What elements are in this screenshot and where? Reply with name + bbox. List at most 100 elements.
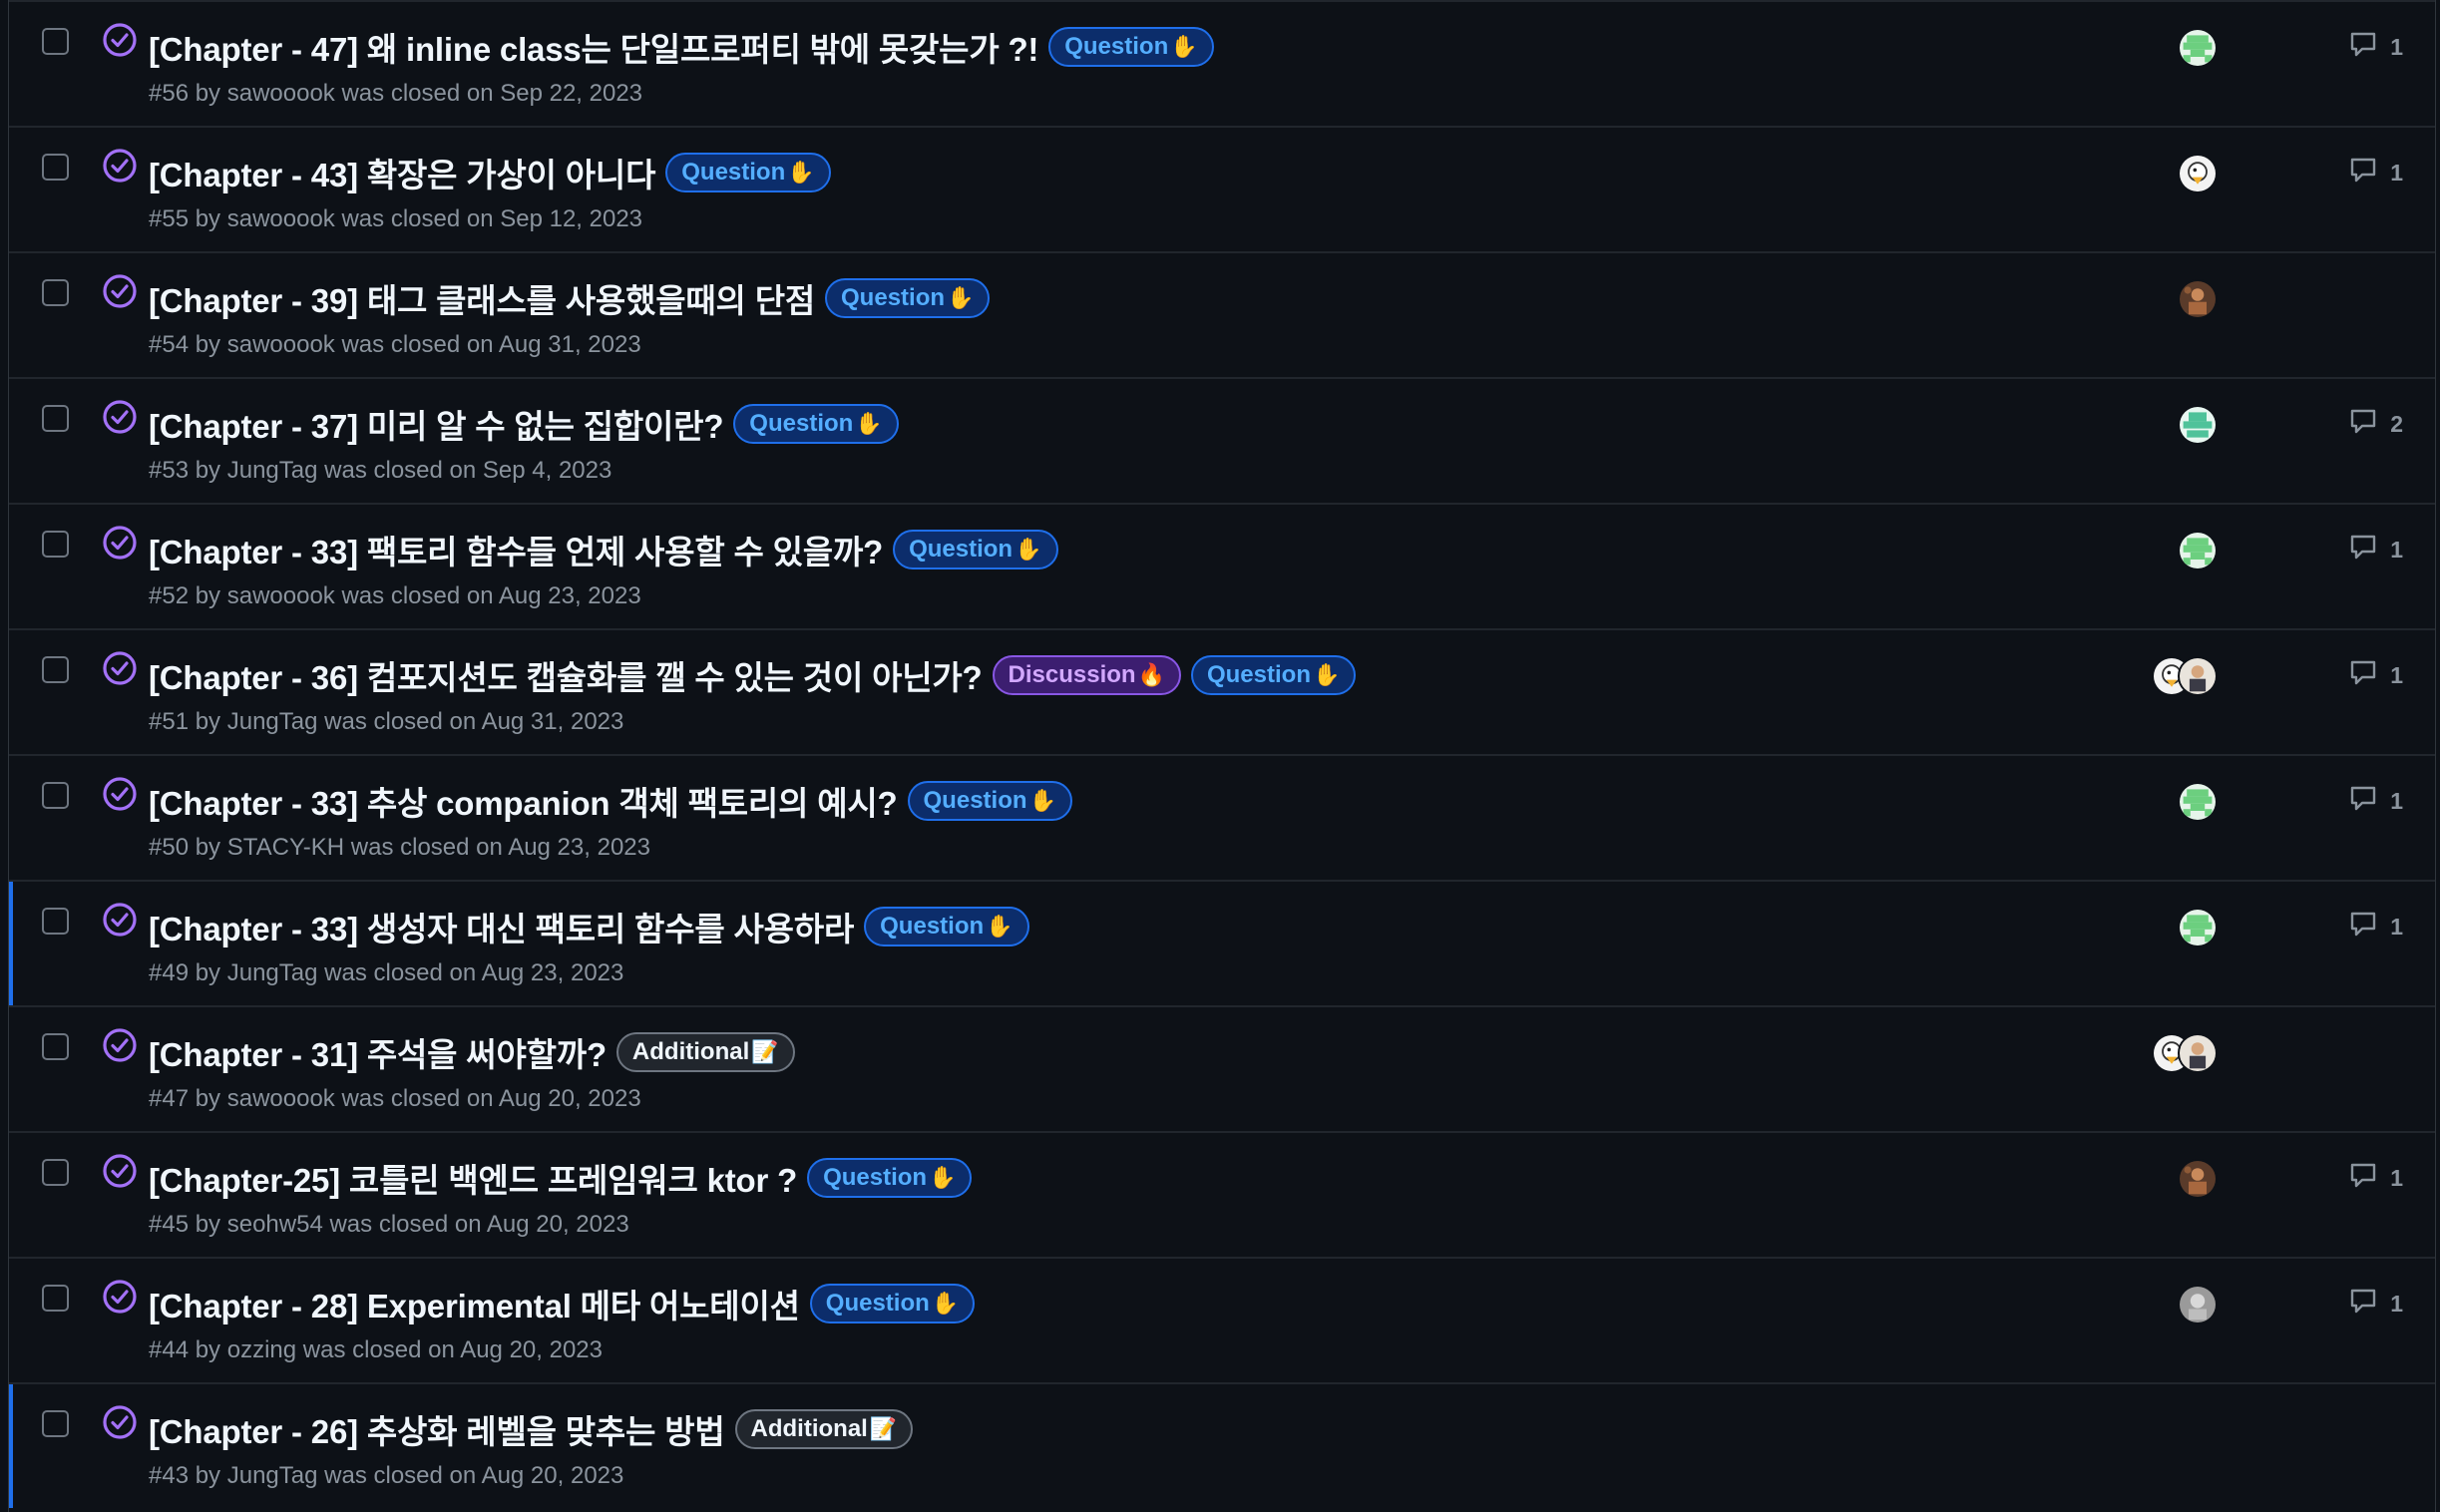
issue-row[interactable]: [Chapter - 33] 생성자 대신 팩토리 함수를 사용하라 Questi… [9,880,2435,1005]
issue-meta: #45 by seohw54 was closed on Aug 20, 202… [149,1211,629,1238]
issue-title-link[interactable]: [Chapter - 28] Experimental 메타 어노테이션 [149,1280,800,1327]
issue-title-link[interactable]: [Chapter - 31] 주석을 써야할까? [149,1028,607,1076]
label-question[interactable]: Question ✋ [907,781,1072,821]
issue-row[interactable]: [Chapter - 31] 주석을 써야할까? Additional 📝 #47 b… [9,1005,2435,1131]
issue-meta: #43 by JungTag was closed on Aug 20, 202… [149,1462,624,1489]
select-checkbox[interactable] [42,531,69,558]
select-checkbox[interactable] [42,1159,69,1186]
issue-row[interactable]: [Chapter - 33] 팩토리 함수들 언제 사용할 수 있을까? Ques… [9,503,2435,628]
assignee-avatars[interactable] [2178,908,2218,947]
comments-link[interactable]: 1 [2348,533,2403,567]
issue-title-link[interactable]: [Chapter-25] 코틀린 백엔드 프레임워크 ktor ? [149,1154,797,1202]
comments-link[interactable]: 1 [2348,784,2403,818]
select-checkbox[interactable] [42,1410,69,1437]
comment-icon [2348,783,2390,819]
label-emoji: ✋ [931,1291,960,1316]
closed-issue-icon [100,146,140,186]
issue-title-link[interactable]: [Chapter - 33] 생성자 대신 팩토리 함수를 사용하라 [149,903,854,950]
label-question[interactable]: Question ✋ [1190,655,1357,695]
assignee-avatars[interactable] [2178,1159,2218,1199]
comments-link[interactable]: 1 [2348,156,2403,189]
issue-title-line: [Chapter - 28] Experimental 메타 어노테이션 Ques… [149,1279,976,1328]
assignee-avatars[interactable] [2178,405,2218,445]
label-question[interactable]: Question ✋ [733,404,899,444]
select-checkbox[interactable] [42,154,69,181]
comments-link[interactable]: 1 [2348,910,2403,944]
assignee-avatars[interactable] [2178,782,2218,822]
label-question[interactable]: Question ✋ [1048,27,1214,67]
avatar[interactable] [2178,656,2218,696]
issue-title-link[interactable]: [Chapter - 47] 왜 inline class는 단일프로퍼티 밖에… [149,23,1038,71]
select-checkbox[interactable] [42,28,69,55]
comments-link[interactable]: 2 [2348,407,2403,441]
comments-link[interactable]: 1 [2348,1161,2403,1195]
select-checkbox[interactable] [42,782,69,809]
select-checkbox[interactable] [42,1285,69,1312]
closed-issue-icon [100,397,140,437]
avatar[interactable] [2178,154,2218,193]
issue-title-link[interactable]: [Chapter - 43] 확장은 가상이 아니다 [149,149,655,196]
issue-meta: #55 by sawooook was closed on Sep 12, 20… [149,205,643,232]
avatar[interactable] [2178,531,2218,570]
issue-title-link[interactable]: [Chapter - 36] 컴포지션도 캡슐화를 깰 수 있는 것이 아닌가? [149,651,983,699]
select-checkbox[interactable] [42,405,69,432]
avatar[interactable] [2178,908,2218,947]
assignee-avatars[interactable] [2152,656,2218,696]
issue-title-link[interactable]: [Chapter - 37] 미리 알 수 없는 집합이란? [149,400,723,448]
avatar[interactable] [2178,28,2218,68]
label-text: Question [880,913,985,940]
issue-row[interactable]: [Chapter - 39] 태그 클래스를 사용했을때의 단점 Question… [9,251,2435,377]
issue-title-line: [Chapter - 36] 컴포지션도 캡슐화를 깰 수 있는 것이 아닌가?… [149,650,1357,700]
assignee-avatars[interactable] [2178,531,2218,570]
issue-title-link[interactable]: [Chapter - 33] 추상 companion 객체 팩토리의 예시? [149,777,898,825]
closed-issue-icon [100,523,140,563]
avatar[interactable] [2178,279,2218,319]
assignee-avatars[interactable] [2178,154,2218,193]
assignee-avatars[interactable] [2178,279,2218,319]
issue-title-link[interactable]: [Chapter - 33] 팩토리 함수들 언제 사용할 수 있을까? [149,526,883,573]
issue-title-link[interactable]: [Chapter - 39] 태그 클래스를 사용했을때의 단점 [149,274,815,322]
avatar[interactable] [2178,1033,2218,1073]
issue-row[interactable]: [Chapter - 37] 미리 알 수 없는 집합이란? Question ✋ #… [9,377,2435,503]
comments-link[interactable]: 1 [2348,1287,2403,1321]
comment-icon [2348,532,2390,567]
closed-issue-icon [100,1402,140,1442]
label-additional[interactable]: Additional 📝 [734,1409,914,1449]
issue-row[interactable]: [Chapter - 33] 추상 companion 객체 팩토리의 예시? Q… [9,754,2435,880]
issue-title-link[interactable]: [Chapter - 26] 추상화 레벨을 맞추는 방법 [149,1405,725,1453]
label-question[interactable]: Question ✋ [665,153,831,192]
label-question[interactable]: Question ✋ [825,278,991,318]
avatar[interactable] [2178,405,2218,445]
issue-title-line: [Chapter-25] 코틀린 백엔드 프레임워크 ktor ? Questio… [149,1153,973,1203]
label-emoji: ✋ [1015,537,1042,562]
issue-row[interactable]: [Chapter - 43] 확장은 가상이 아니다 Question ✋ #55 b… [9,126,2435,251]
issue-row[interactable]: [Chapter-25] 코틀린 백엔드 프레임워크 ktor ? Questio… [9,1131,2435,1257]
label-question[interactable]: Question ✋ [807,1158,973,1198]
label-question[interactable]: Question ✋ [893,530,1058,569]
avatar[interactable] [2178,1159,2218,1199]
assignee-avatars[interactable] [2152,1033,2218,1073]
label-emoji: 🔥 [1137,662,1165,687]
assignee-avatars[interactable] [2178,1285,2218,1324]
comments-link[interactable]: 1 [2348,658,2403,692]
issue-title-line: [Chapter - 43] 확장은 가상이 아니다 Question ✋ [149,148,831,197]
label-question[interactable]: Question ✋ [864,907,1029,946]
comments-link[interactable]: 1 [2348,30,2403,64]
label-additional[interactable]: Additional 📝 [615,1032,795,1072]
label-question[interactable]: Question ✋ [809,1284,976,1323]
issue-title-line: [Chapter - 33] 팩토리 함수들 언제 사용할 수 있을까? Ques… [149,525,1058,574]
issue-row[interactable]: [Chapter - 47] 왜 inline class는 단일프로퍼티 밖에… [9,0,2435,126]
label-discussion[interactable]: Discussion 🔥 [992,655,1181,695]
label-text: Question [823,1164,928,1191]
select-checkbox[interactable] [42,908,69,935]
issue-meta: #56 by sawooook was closed on Sep 22, 20… [149,80,643,107]
issue-row[interactable]: [Chapter - 26] 추상화 레벨을 맞추는 방법 Additional 📝… [9,1382,2435,1508]
select-checkbox[interactable] [42,1033,69,1060]
select-checkbox[interactable] [42,279,69,306]
avatar[interactable] [2178,1285,2218,1324]
select-checkbox[interactable] [42,656,69,683]
avatar[interactable] [2178,782,2218,822]
issue-row[interactable]: [Chapter - 36] 컴포지션도 캡슐화를 깰 수 있는 것이 아닌가?… [9,628,2435,754]
issue-row[interactable]: [Chapter - 28] Experimental 메타 어노테이션 Ques… [9,1257,2435,1382]
assignee-avatars[interactable] [2178,28,2218,68]
